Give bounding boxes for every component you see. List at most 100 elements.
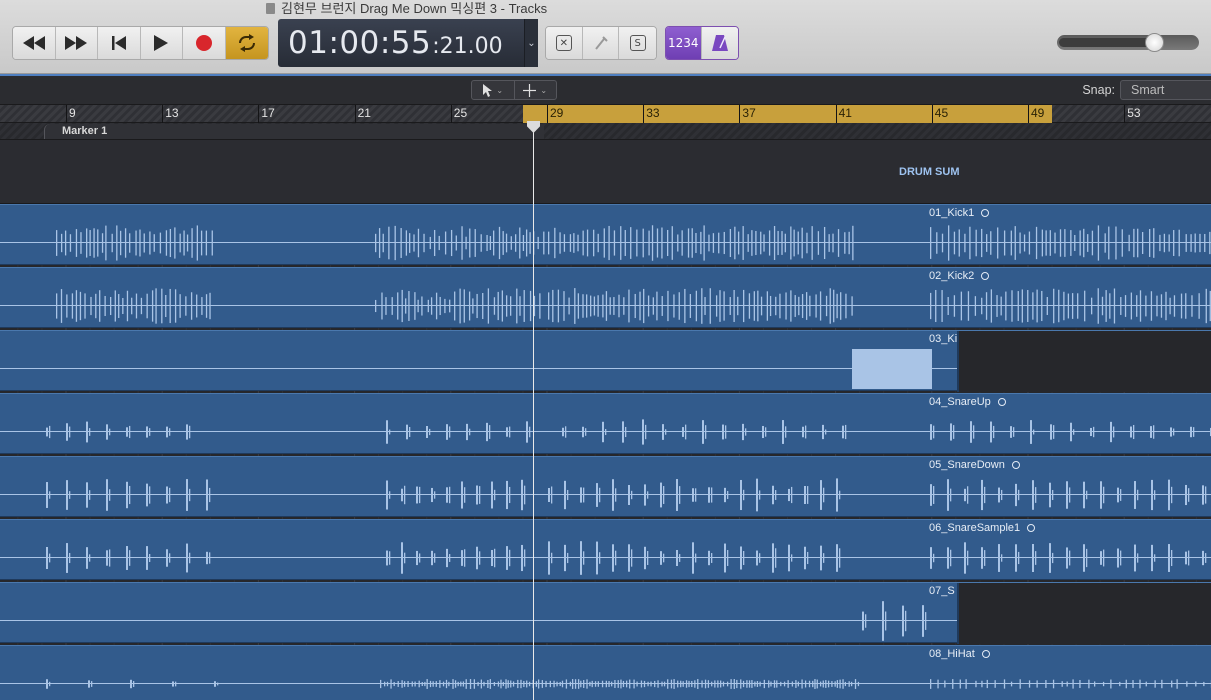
waveform-peak [189,425,191,439]
go-to-beginning-button[interactable] [98,27,141,59]
waveform-peak [662,424,664,440]
drum-sum-track[interactable]: DRUM SUM [0,140,1211,204]
bar-number: 25 [453,106,468,120]
waveform-peak [740,479,742,511]
waveform-peak [930,292,932,320]
waveform-peak [189,552,191,564]
waveform-block [852,349,932,389]
waveform-peak [1070,422,1072,442]
waveform-peak [582,230,584,256]
audio-region[interactable]: 04_SnareUp [0,393,1211,454]
waveform-peak [386,681,389,687]
waveform-peak [1186,681,1188,687]
waveform-peak [1032,292,1034,320]
audio-region[interactable]: 01_Kick1 [0,204,1211,265]
waveform-peak [166,549,168,567]
waveform-peak [582,294,584,318]
waveform-peak [449,486,451,504]
region-name-text: 01_Kick1 [929,207,975,219]
window-title: 김현무 브런지 Drag Me Down 믹싱편 3 - Tracks [266,0,547,17]
waveform-peak [403,681,406,687]
waveform-peak [785,426,787,438]
waveform-peak [129,233,131,253]
waveform-peak [723,291,725,321]
cycle-region[interactable] [522,105,1053,123]
waveform-peak [169,428,171,436]
waveform-peak [809,295,811,317]
left-tool-menu[interactable]: ⌄ [472,81,515,99]
waveform-peak [840,292,842,320]
audio-region[interactable]: 07_S [0,582,1211,644]
solo-button[interactable]: S [619,27,656,59]
region-end-edge[interactable] [957,583,959,644]
count-in-button[interactable]: 1234 [666,27,702,59]
waveform-peak [564,480,566,510]
fast-forward-button[interactable] [55,27,98,59]
tuner-button[interactable] [582,27,620,59]
waveform-peak [1168,479,1170,511]
waveform-peak [629,679,631,689]
audio-region[interactable]: 03_Ki [0,330,1211,392]
waveform-peak [565,679,568,689]
waveform-peak [66,423,68,441]
audio-region[interactable]: 08_HiHat [0,645,1211,700]
bar-ruler[interactable]: 9 13 17 21 25 29 33 37 41 45 49 53 [0,105,1211,123]
record-button[interactable] [183,27,226,59]
waveform-peak [446,548,448,568]
rewind-button[interactable] [13,27,56,59]
lcd-display[interactable]: 01:00:55:21.00 ⌄ [278,19,538,67]
waveform-peak [106,479,108,511]
playhead[interactable] [533,121,534,700]
lcd-mode-menu[interactable]: ⌄ [524,19,538,67]
waveform-peak [506,546,508,570]
waveform-peak [586,229,589,257]
waveform-peak [628,289,630,323]
master-volume-slider[interactable] [1057,33,1199,52]
waveform-peak [505,679,507,689]
replace-button[interactable]: ✕ [546,27,583,59]
region-end-edge[interactable] [957,331,959,392]
waveform-peak [777,230,779,256]
waveform-peak [743,289,745,323]
waveform-peak [126,481,128,509]
waveform-peak [857,681,860,687]
loop-icon[interactable] [981,650,990,658]
marker-1[interactable]: Marker 1 [44,124,544,139]
waveform-peak [631,549,633,567]
audio-region[interactable]: 05_SnareDown [0,456,1211,517]
waveform-peak [416,486,418,504]
waveform-peak [833,289,835,323]
waveform-peak [66,480,68,510]
loop-icon[interactable] [981,209,990,217]
audio-region[interactable]: 06_SnareSample1 [0,519,1211,580]
waveform-peak [64,230,67,256]
snap-select[interactable]: Smart [1120,80,1211,100]
loop-icon[interactable] [1027,524,1036,532]
marker-lane[interactable]: Marker 1 [0,123,1211,140]
waveform-peak [405,298,407,314]
tracks-area[interactable]: DRUM SUM 01_Kick1 02_Kick2 03_Ki 04_SnareUp… [0,140,1211,700]
cycle-button[interactable] [225,27,268,59]
waveform-peak [965,679,967,689]
loop-icon[interactable] [997,398,1006,406]
loop-icon[interactable] [1011,461,1020,469]
waveform-peak [704,297,706,315]
play-button[interactable] [140,27,183,59]
waveform-peak [465,236,467,250]
waveform-peak [1053,425,1055,439]
waveform-peak [1204,233,1206,253]
waveform-peak [711,487,713,503]
waveform-peak [1145,681,1147,687]
bar-number: 53 [1127,106,1141,120]
volume-knob[interactable] [1145,33,1165,52]
waveform-peak [727,490,729,500]
waveform-peak [848,231,850,255]
loop-icon[interactable] [981,272,990,280]
metronome-button[interactable] [701,27,738,59]
audio-region[interactable]: 02_Kick2 [0,267,1211,328]
waveform-peak [967,486,969,504]
right-tool-menu[interactable]: ⌄ [515,81,557,99]
waveform-peak [206,551,208,565]
waveform-peak [569,234,572,252]
waveform-peak [652,297,654,315]
